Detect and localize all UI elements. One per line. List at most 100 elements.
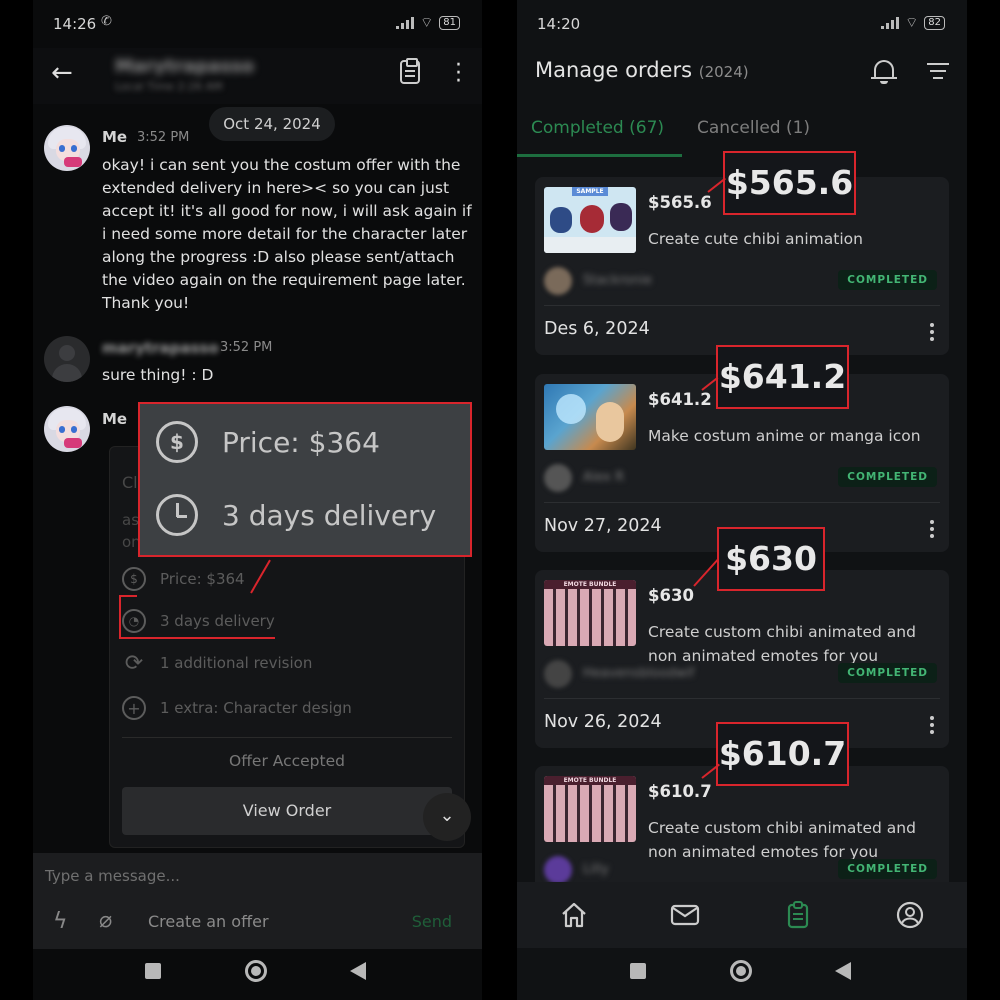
contact-name[interactable]: Marytrapasso <box>115 56 254 77</box>
back-arrow-icon[interactable]: ← <box>51 58 73 88</box>
order-date: Des 6, 2024 <box>544 319 650 339</box>
order-thumbnail <box>544 384 636 450</box>
avatar[interactable] <box>44 336 90 382</box>
recents-icon[interactable] <box>630 963 646 979</box>
highlight-box <box>119 595 273 639</box>
tab-cancelled[interactable]: Cancelled (1) <box>697 118 810 138</box>
status-time: 14:26 <box>53 15 97 33</box>
divider <box>544 698 940 699</box>
dollar-icon: $ <box>122 567 146 591</box>
create-offer-button[interactable]: Create an offer <box>148 912 269 931</box>
more-vert-icon[interactable] <box>929 520 935 541</box>
divider <box>122 737 452 738</box>
zoom-callout: $ Price: $364 3 days delivery <box>138 402 472 557</box>
order-date: Nov 26, 2024 <box>544 712 662 732</box>
wifi-icon: ⌔ <box>905 15 919 31</box>
divider <box>544 502 940 503</box>
order-thumbnail: EMOTE BUNDLE <box>544 776 636 842</box>
zoom-price-row: $ Price: $364 <box>156 421 380 463</box>
message-sender: Me <box>102 128 128 146</box>
order-date: Nov 27, 2024 <box>544 516 662 536</box>
order-price: $630 <box>648 586 694 605</box>
status-badge: COMPLETED <box>838 859 937 879</box>
offer-revision: 1 additional revision <box>160 654 313 672</box>
price-callout: $641.2 <box>716 345 849 409</box>
chevron-down-icon[interactable]: ⌄ <box>423 793 471 841</box>
buyer-avatar <box>544 464 572 492</box>
wifi-icon: ⌔ <box>420 15 434 31</box>
order-price: $565.6 <box>648 193 712 212</box>
buyer-name: Heavensbloodwif <box>583 666 695 681</box>
contact-local-time: Local Time 2:26 AM <box>115 80 223 93</box>
profile-icon[interactable] <box>895 900 925 930</box>
avatar[interactable] <box>44 406 90 452</box>
status-bar: 14:20 ⌔ 82 <box>517 0 967 48</box>
price-callout: $565.6 <box>723 151 856 215</box>
offer-revision-row: ⟳ 1 additional revision <box>122 650 313 676</box>
buyer-avatar <box>544 267 572 295</box>
buyer-avatar <box>544 856 572 884</box>
order-title: Make costum anime or manga icon <box>648 427 921 445</box>
date-pill: Oct 24, 2024 <box>209 107 335 141</box>
status-bar: 14:26 ✆ ⌔ 81 <box>33 0 482 48</box>
offer-price: Price: $364 <box>160 570 245 588</box>
buyer-name: Alex R <box>583 470 625 485</box>
more-vert-icon[interactable] <box>929 716 935 737</box>
tab-completed[interactable]: Completed (67) <box>531 118 664 138</box>
status-time: 14:20 <box>537 15 581 33</box>
message-text: sure thing! : D <box>102 366 214 384</box>
order-title: Create cute chibi animation <box>648 230 863 248</box>
back-triangle-icon[interactable] <box>350 962 366 980</box>
message-input[interactable]: Type a message... <box>45 867 180 885</box>
page-title: Manage orders (2024) <box>535 58 749 82</box>
manage-orders-screen: 14:20 ⌔ 82 Manage orders (2024) Complete… <box>517 0 967 1000</box>
manage-orders-header: Manage orders (2024) Completed (67) Canc… <box>517 48 967 158</box>
bottom-nav <box>517 882 967 948</box>
system-nav-bar <box>33 948 482 1000</box>
buyer-avatar <box>544 660 572 688</box>
home-button-icon[interactable] <box>730 960 752 982</box>
filter-icon[interactable] <box>927 63 949 84</box>
clipboard-icon[interactable] <box>400 58 420 84</box>
order-thumbnail: SAMPLE <box>544 187 636 253</box>
signal-icon <box>396 17 415 29</box>
paperclip-icon[interactable]: ⌀ <box>99 908 112 933</box>
signal-icon <box>881 17 900 29</box>
more-vert-icon[interactable]: · · · <box>455 55 462 93</box>
recents-icon[interactable] <box>145 963 161 979</box>
system-nav-bar <box>517 948 967 1000</box>
back-triangle-icon[interactable] <box>835 962 851 980</box>
bolt-icon[interactable]: ϟ <box>53 909 68 934</box>
order-price: $641.2 <box>648 390 712 409</box>
orders-icon[interactable] <box>783 900 813 930</box>
order-title: Create custom chibi animated and non ani… <box>648 623 916 665</box>
active-tab-indicator <box>517 154 682 157</box>
message-composer: Type a message... ϟ ⌀ Create an offer Se… <box>33 853 482 949</box>
page-year: (2024) <box>698 63 749 81</box>
whatsapp-icon: ✆ <box>101 14 112 29</box>
highlight-line <box>119 595 137 597</box>
offer-description: as <box>122 511 140 529</box>
mail-icon[interactable] <box>670 900 700 930</box>
bell-icon[interactable] <box>871 58 897 84</box>
message-time: 3:52 PM <box>137 130 190 145</box>
screenshot-composite: 14:26 ✆ ⌔ 81 ← Marytrapasso Local Time 2… <box>0 0 1000 1000</box>
buyer-name: Lilly <box>583 862 609 877</box>
view-order-button[interactable]: View Order <box>122 787 452 835</box>
battery-icon: 82 <box>924 16 945 30</box>
offer-title: Cl <box>122 473 138 492</box>
refresh-icon: ⟳ <box>124 650 144 676</box>
avatar[interactable] <box>44 125 90 171</box>
highlight-line <box>119 637 275 639</box>
home-button-icon[interactable] <box>245 960 267 982</box>
status-badge: COMPLETED <box>838 467 937 487</box>
battery-icon: 81 <box>439 16 460 30</box>
more-vert-icon[interactable] <box>929 323 935 344</box>
home-icon[interactable] <box>559 900 589 930</box>
offer-extra: 1 extra: Character design <box>160 699 352 717</box>
send-button[interactable]: Send <box>412 912 452 931</box>
offer-extra-row: + 1 extra: Character design <box>122 696 352 720</box>
clock-icon <box>156 494 198 536</box>
status-badge: COMPLETED <box>838 663 937 683</box>
message-text: okay! i can sent you the costum offer wi… <box>102 156 472 312</box>
